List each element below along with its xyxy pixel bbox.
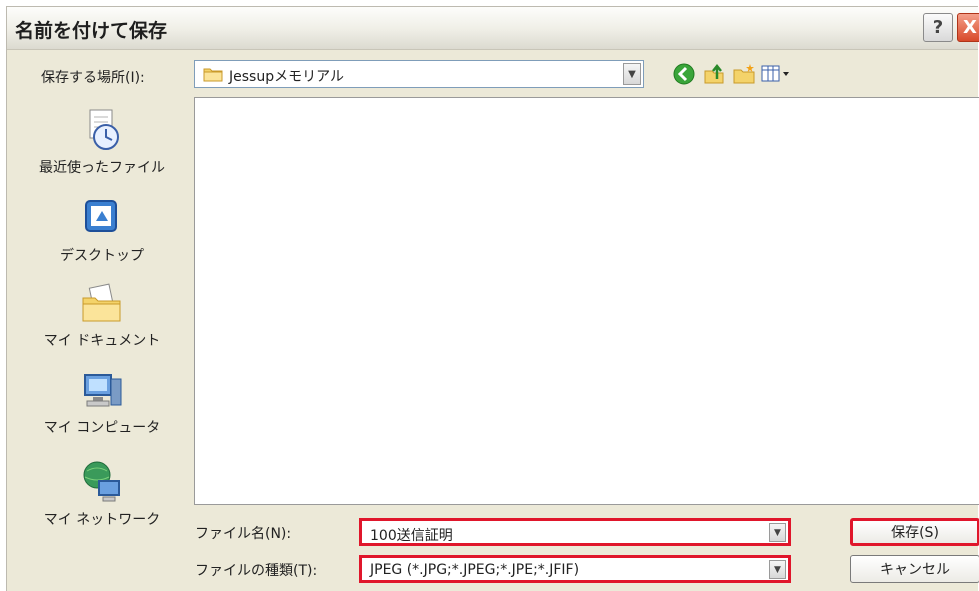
chevron-down-icon[interactable]: ▼	[623, 63, 641, 85]
place-desktop[interactable]: デスクトップ	[17, 197, 187, 265]
save-as-dialog: 名前を付けて保存 ? X 保存する場所(I): Jessupメモリアル ▼ 最近…	[6, 6, 979, 591]
lookin-dropdown[interactable]: Jessupメモリアル ▼	[194, 60, 644, 88]
filename-input[interactable]: 100送信証明 ▼	[359, 518, 791, 546]
save-button[interactable]: 保存(S)	[850, 518, 979, 546]
view-menu-icon[interactable]	[759, 61, 793, 87]
close-icon: X	[963, 17, 977, 38]
help-icon: ?	[932, 17, 944, 38]
filename-value: 100送信証明	[370, 528, 453, 544]
dialog-title: 名前を付けて保存	[15, 20, 168, 42]
my-network-icon	[83, 461, 120, 502]
close-button[interactable]: X	[957, 13, 979, 42]
place-my-network[interactable]: マイ ネットワーク	[17, 459, 187, 529]
my-documents-icon	[82, 283, 121, 322]
up-folder-icon[interactable]	[701, 61, 727, 87]
places-bar: 最近使ったファイル デスクトップ マイ ドキュメント マイ コンピュータ マイ …	[17, 97, 187, 577]
place-label: マイ ネットワーク	[43, 512, 161, 528]
back-icon[interactable]	[671, 61, 697, 87]
chevron-down-icon[interactable]: ▼	[769, 523, 786, 542]
file-list[interactable]	[194, 97, 979, 505]
filetype-value: JPEG (*.JPG;*.JPEG;*.JPE;*.JFIF)	[370, 562, 580, 578]
place-label: デスクトップ	[60, 248, 144, 264]
place-label: 最近使ったファイル	[39, 160, 165, 176]
filename-label: ファイル名(N):	[195, 526, 292, 542]
chevron-down-icon[interactable]: ▼	[769, 560, 786, 579]
folder-icon	[203, 68, 223, 82]
place-label: マイ コンピュータ	[43, 420, 161, 436]
lookin-label: 保存する場所(I):	[41, 70, 145, 86]
filetype-select[interactable]: JPEG (*.JPG;*.JPEG;*.JPE;*.JFIF) ▼	[359, 555, 791, 583]
place-my-documents[interactable]: マイ ドキュメント	[17, 282, 187, 350]
new-folder-icon[interactable]	[731, 61, 757, 87]
place-recent-files[interactable]: 最近使ったファイル	[17, 107, 187, 177]
title-bar[interactable]: 名前を付けて保存 ? X	[7, 7, 979, 50]
desktop-icon	[85, 200, 117, 232]
lookin-value: Jessupメモリアル	[229, 69, 344, 85]
cancel-button[interactable]: キャンセル	[850, 555, 979, 583]
place-my-computer[interactable]: マイ コンピュータ	[17, 369, 187, 437]
recent-files-icon	[89, 109, 119, 150]
filetype-label: ファイルの種類(T):	[195, 563, 318, 579]
help-button[interactable]: ?	[923, 13, 953, 42]
my-computer-icon	[84, 374, 122, 407]
place-label: マイ ドキュメント	[43, 333, 161, 349]
